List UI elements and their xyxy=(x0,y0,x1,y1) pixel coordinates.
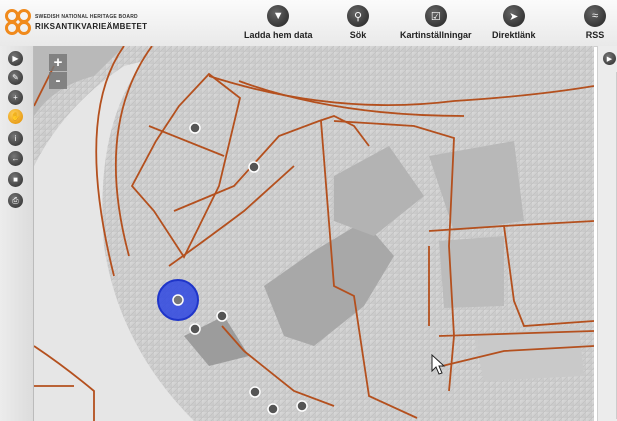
rss-button[interactable]: ≈ RSS xyxy=(584,5,606,43)
zoom-out-button[interactable]: - xyxy=(49,72,67,89)
play-icon: ▶ xyxy=(12,54,19,63)
printer-icon: ⎙ xyxy=(12,195,19,205)
search-button[interactable]: ⚲ Sök xyxy=(347,5,369,43)
stop-button[interactable]: ■ xyxy=(8,172,23,187)
map-settings-label: Kartinställningar xyxy=(400,30,472,40)
direct-link-icon: ➤ xyxy=(502,5,525,27)
print-button[interactable]: ⎙ xyxy=(8,193,23,208)
zoom-in-button[interactable]: + xyxy=(49,54,67,71)
play-icon: ▶ xyxy=(606,55,613,63)
download-data-button[interactable]: ▼ Ladda hem data xyxy=(244,5,313,43)
selected-marker[interactable] xyxy=(157,279,199,321)
map-settings-button[interactable]: ☑ Kartinställningar xyxy=(400,5,472,43)
download-data-label: Ladda hem data xyxy=(244,30,313,40)
logo-title: RIKSANTIKVARIEÄMBETET xyxy=(35,22,148,31)
expand-right-panel-button[interactable]: ▶ xyxy=(603,52,616,65)
right-panel: ▶ xyxy=(597,46,617,421)
map-viewport[interactable] xyxy=(34,46,594,421)
logo-subtitle: SWEDISH NATIONAL HERITAGE BOARD xyxy=(35,14,138,20)
map-settings-icon: ☑ xyxy=(424,5,447,27)
zoom-controls: + - xyxy=(49,54,67,90)
draw-button[interactable]: ✎ xyxy=(8,70,23,85)
back-button[interactable]: ← xyxy=(8,151,23,166)
direct-link-label: Direktlänk xyxy=(492,30,536,40)
search-label: Sök xyxy=(349,30,367,40)
heritage-board-logo-icon xyxy=(5,9,31,35)
app-header: SWEDISH NATIONAL HERITAGE BOARD RIKSANTI… xyxy=(0,0,617,47)
info-button[interactable]: i xyxy=(8,131,23,146)
zoom-box-button[interactable]: + xyxy=(8,90,23,105)
pencil-icon: ✎ xyxy=(12,73,19,82)
download-icon: ▼ xyxy=(267,5,290,27)
rss-label: RSS xyxy=(585,30,605,40)
riksantikvarieambetet-logo: SWEDISH NATIONAL HERITAGE BOARD RIKSANTI… xyxy=(4,6,147,38)
pan-button[interactable]: ✋ xyxy=(8,109,23,124)
search-icon: ⚲ xyxy=(347,5,369,27)
rss-icon: ≈ xyxy=(584,5,606,27)
expand-panel-button[interactable]: ▶ xyxy=(8,51,23,66)
magnifier-plus-icon: + xyxy=(13,93,18,102)
hillshade-map[interactable] xyxy=(34,46,594,421)
stop-icon: ■ xyxy=(13,175,18,184)
map-tools-sidebar: ▶ ✎ + ✋ i ← ■ ⎙ xyxy=(0,46,34,421)
hand-icon: ✋ xyxy=(10,112,21,121)
back-arrow-icon: ← xyxy=(11,154,20,163)
info-icon: i xyxy=(14,134,17,143)
direct-link-button[interactable]: ➤ Direktlänk xyxy=(492,5,536,43)
